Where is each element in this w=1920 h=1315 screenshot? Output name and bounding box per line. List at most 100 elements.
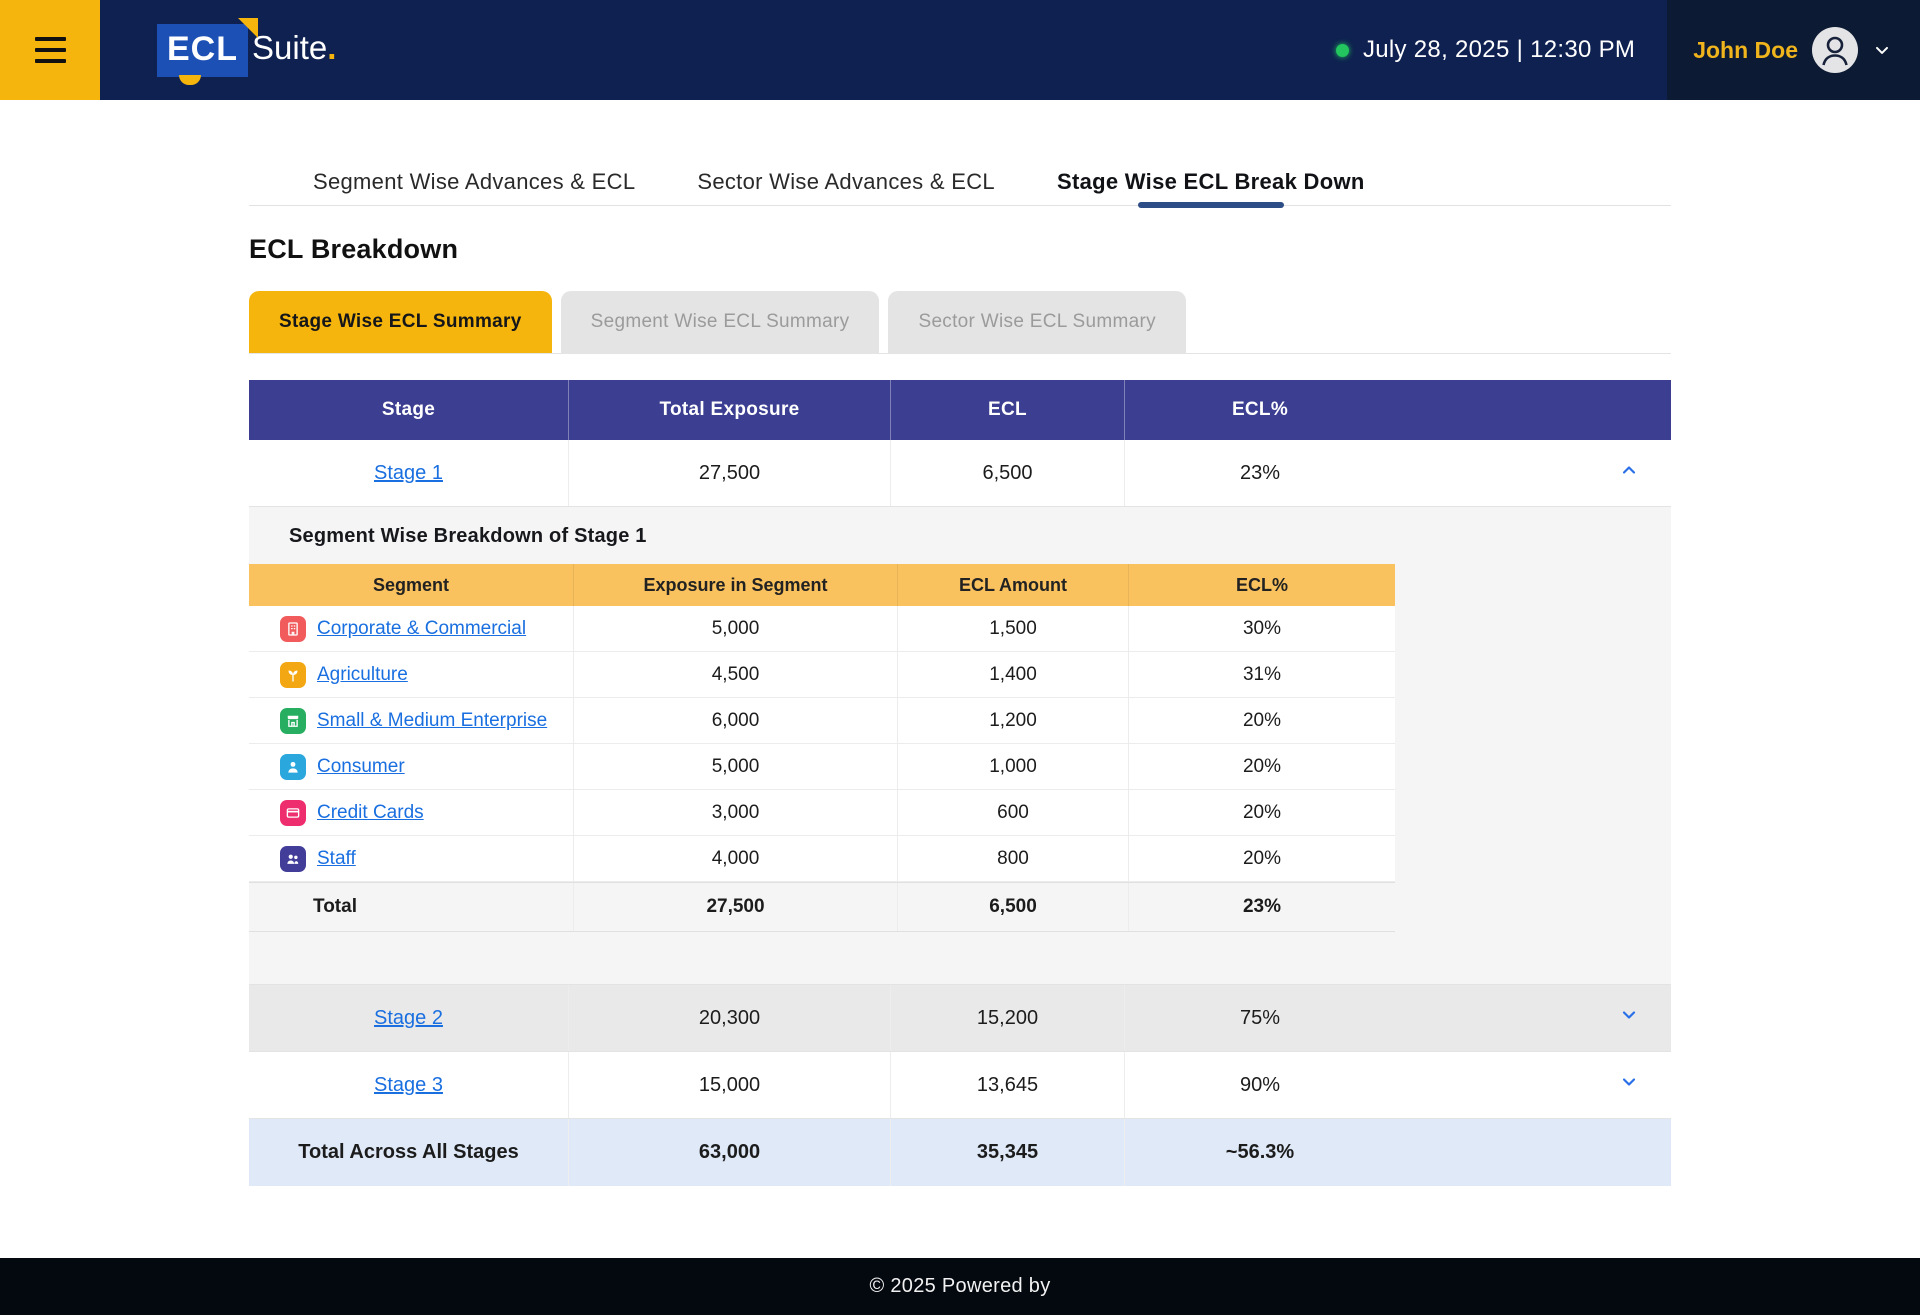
subtab-sector-wise-summary[interactable]: Sector Wise ECL Summary — [888, 291, 1185, 353]
total-all-stages-ecl-pct: ~56.3% — [1125, 1119, 1395, 1186]
total-all-stages-ecl: 35,345 — [891, 1119, 1125, 1186]
people-icon — [280, 846, 306, 872]
credit-cards-exposure: 3,000 — [574, 790, 898, 835]
stage-3-expand-button[interactable] — [1395, 1052, 1671, 1118]
segment-link-agriculture[interactable]: Agriculture — [317, 664, 408, 686]
subtab-stage-wise-summary[interactable]: Stage Wise ECL Summary — [249, 291, 552, 353]
chevron-down-icon — [1619, 1072, 1639, 1098]
status-online-dot — [1336, 44, 1349, 57]
breakdown-title: Segment Wise Breakdown of Stage 1 — [289, 525, 1671, 548]
segment-total-ecl: 6,500 — [898, 883, 1129, 931]
active-tab-underline — [1138, 202, 1284, 208]
tab-segment-wise-advances[interactable]: Segment Wise Advances & ECL — [313, 158, 635, 205]
total-all-stages-exposure: 63,000 — [569, 1119, 891, 1186]
agriculture-ecl-pct: 31% — [1129, 652, 1395, 697]
table-row-total-all-stages: Total Across All Stages 63,000 35,345 ~5… — [249, 1119, 1671, 1186]
sme-ecl-pct: 20% — [1129, 698, 1395, 743]
staff-exposure: 4,000 — [574, 836, 898, 881]
stage-2-ecl: 15,200 — [891, 985, 1125, 1051]
col-header-ecl: ECL — [891, 380, 1125, 440]
table-row-stage-3: Stage 3 15,000 13,645 90% — [249, 1052, 1671, 1119]
report-tabs: Segment Wise Advances & ECL Sector Wise … — [249, 158, 1671, 206]
stage-3-link[interactable]: Stage 3 — [374, 1074, 443, 1097]
top-navbar: ECL Suite. July 28, 2025 | 12:30 PM John… — [0, 0, 1920, 100]
stage-1-breakdown-panel: Segment Wise Breakdown of Stage 1 Segmen… — [249, 507, 1671, 985]
segment-total-label: Total — [249, 883, 574, 931]
col-header-total-exposure: Total Exposure — [569, 380, 891, 440]
corporate-ecl: 1,500 — [898, 606, 1129, 651]
app-logo: ECL Suite. — [157, 24, 336, 77]
stage-ecl-table: Stage Total Exposure ECL ECL% Stage 1 27… — [249, 380, 1671, 1186]
chevron-down-icon — [1619, 1005, 1639, 1031]
credit-cards-ecl: 600 — [898, 790, 1129, 835]
chevron-up-icon — [1619, 460, 1639, 486]
corporate-ecl-pct: 30% — [1129, 606, 1395, 651]
datetime-label: July 28, 2025 | 12:30 PM — [1363, 36, 1635, 64]
segment-breakdown-table: Segment Exposure in Segment ECL Amount E… — [249, 564, 1395, 932]
segment-total-ecl-pct: 23% — [1129, 883, 1395, 931]
consumer-exposure: 5,000 — [574, 744, 898, 789]
staff-ecl: 800 — [898, 836, 1129, 881]
agriculture-exposure: 4,500 — [574, 652, 898, 697]
stage-1-collapse-button[interactable] — [1395, 440, 1671, 506]
hamburger-menu-button[interactable] — [0, 0, 100, 100]
total-all-stages-label: Total Across All Stages — [249, 1119, 569, 1186]
summary-sub-tabs: Stage Wise ECL Summary Segment Wise ECL … — [249, 291, 1671, 354]
stage-3-total-exposure: 15,000 — [569, 1052, 891, 1118]
agriculture-ecl: 1,400 — [898, 652, 1129, 697]
stage-2-ecl-pct: 75% — [1125, 985, 1395, 1051]
stage-2-link[interactable]: Stage 2 — [374, 1007, 443, 1030]
user-menu[interactable]: John Doe — [1667, 0, 1920, 100]
stage-1-ecl: 6,500 — [891, 440, 1125, 506]
sme-ecl: 1,200 — [898, 698, 1129, 743]
tab-sector-wise-advances[interactable]: Sector Wise Advances & ECL — [697, 158, 995, 205]
stage-1-ecl-pct: 23% — [1125, 440, 1395, 506]
page-footer: © 2025 Powered by — [0, 1258, 1920, 1315]
corporate-exposure: 5,000 — [574, 606, 898, 651]
segment-total-exposure: 27,500 — [574, 883, 898, 931]
staff-ecl-pct: 20% — [1129, 836, 1395, 881]
col-header-segment: Segment — [249, 564, 574, 606]
table-row-staff: Staff 4,000 800 20% — [249, 836, 1395, 882]
tab-stage-wise-ecl-breakdown[interactable]: Stage Wise ECL Break Down — [1057, 158, 1365, 205]
footer-text: © 2025 Powered by — [869, 1275, 1050, 1298]
stage-2-total-exposure: 20,300 — [569, 985, 891, 1051]
chevron-down-icon — [1872, 40, 1892, 60]
stage-1-link[interactable]: Stage 1 — [374, 462, 443, 485]
segment-link-credit-cards[interactable]: Credit Cards — [317, 802, 424, 824]
card-icon — [280, 800, 306, 826]
segment-link-staff[interactable]: Staff — [317, 848, 356, 870]
table-row-agriculture: Agriculture 4,500 1,400 31% — [249, 652, 1395, 698]
plant-icon — [280, 662, 306, 688]
table-row-corporate-commercial: Corporate & Commercial 5,000 1,500 30% — [249, 606, 1395, 652]
stage-3-ecl: 13,645 — [891, 1052, 1125, 1118]
consumer-ecl: 1,000 — [898, 744, 1129, 789]
stage-2-expand-button[interactable] — [1395, 985, 1671, 1051]
avatar — [1812, 27, 1858, 73]
credit-cards-ecl-pct: 20% — [1129, 790, 1395, 835]
main-content: Segment Wise Advances & ECL Sector Wise … — [249, 100, 1671, 1258]
segment-link-sme[interactable]: Small & Medium Enterprise — [317, 710, 547, 732]
col-header-ecl-amount: ECL Amount — [898, 564, 1129, 606]
consumer-ecl-pct: 20% — [1129, 744, 1395, 789]
sme-exposure: 6,000 — [574, 698, 898, 743]
table-header-row: Stage Total Exposure ECL ECL% — [249, 380, 1671, 440]
person-icon — [280, 754, 306, 780]
tab-label: Stage Wise ECL Break Down — [1057, 169, 1365, 195]
segment-link-consumer[interactable]: Consumer — [317, 756, 405, 778]
table-row-consumer: Consumer 5,000 1,000 20% — [249, 744, 1395, 790]
segment-link-corporate[interactable]: Corporate & Commercial — [317, 618, 526, 640]
building-icon — [280, 616, 306, 642]
col-header-stage: Stage — [249, 380, 569, 440]
store-icon — [280, 708, 306, 734]
segment-total-row: Total 27,500 6,500 23% — [249, 882, 1395, 932]
subtab-segment-wise-summary[interactable]: Segment Wise ECL Summary — [561, 291, 880, 353]
logo-suite-text: Suite. — [252, 29, 336, 67]
table-row-stage-1: Stage 1 27,500 6,500 23% — [249, 440, 1671, 507]
col-header-segment-ecl-pct: ECL% — [1129, 564, 1395, 606]
page-title: ECL Breakdown — [249, 234, 1671, 265]
hamburger-icon — [35, 37, 66, 63]
col-header-exposure-in-segment: Exposure in Segment — [574, 564, 898, 606]
table-row-stage-2: Stage 2 20,300 15,200 75% — [249, 985, 1671, 1052]
stage-1-total-exposure: 27,500 — [569, 440, 891, 506]
